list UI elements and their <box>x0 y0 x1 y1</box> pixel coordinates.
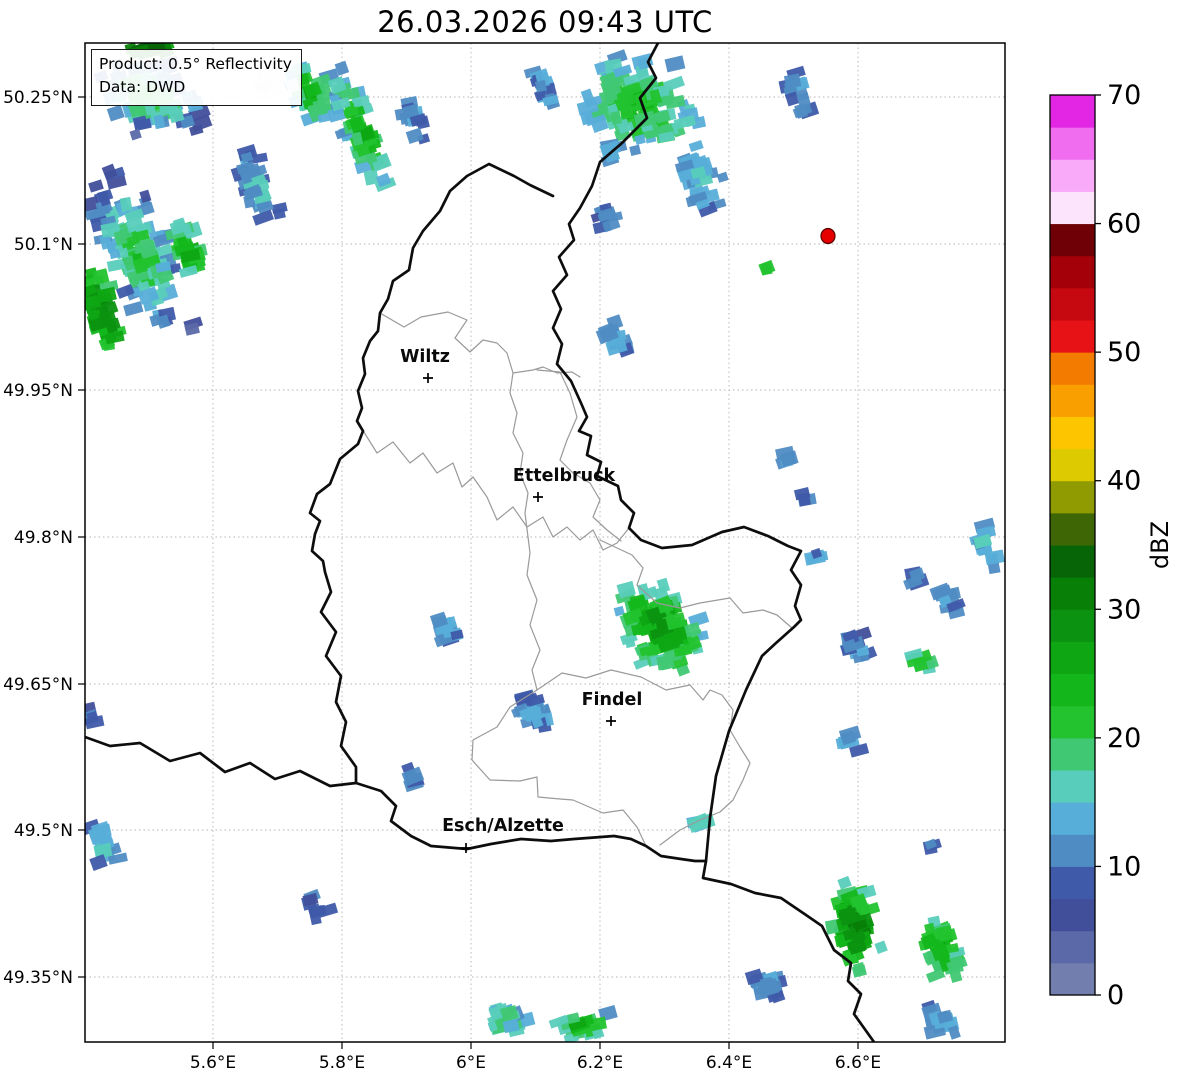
y-tick-label: 50.1°N <box>14 235 73 255</box>
y-tick-label: 50.25°N <box>3 88 73 108</box>
colorbar-segment <box>1050 577 1095 610</box>
city-label: Esch/Alzette <box>442 816 564 836</box>
colorbar-segment <box>1050 930 1095 964</box>
x-tick-label: 6.4°E <box>706 1053 752 1073</box>
x-tick-label: 6.6°E <box>835 1053 881 1073</box>
colorbar-segment <box>1050 448 1095 482</box>
radar-site-layer <box>820 227 836 245</box>
colorbar-segment <box>1050 384 1095 417</box>
colorbar-segment <box>1050 223 1095 257</box>
colorbar-segment <box>1050 898 1095 932</box>
colorbar-segment <box>1050 673 1095 707</box>
colorbar-segment <box>1050 480 1095 514</box>
colorbar-tick-label: 60 <box>1107 209 1141 240</box>
colorbar-tick-label: 0 <box>1107 980 1124 1011</box>
colorbar-tick-label: 40 <box>1107 466 1141 497</box>
product-info-box: Product: 0.5° Reflectivity Data: DWD <box>91 49 302 106</box>
y-tick-label: 49.5°N <box>14 821 73 841</box>
colorbar-segment <box>1050 962 1095 996</box>
colorbar-segment <box>1050 834 1095 867</box>
colorbar-segment <box>1050 255 1095 289</box>
radar-site-marker <box>820 227 836 245</box>
colorbar-segment <box>1050 737 1095 771</box>
city-label: Findel <box>582 690 643 710</box>
colorbar-segment <box>1050 545 1095 578</box>
colorbar-tick-label: 50 <box>1107 337 1141 368</box>
city-label: Ettelbruck <box>513 466 616 486</box>
colorbar-segment <box>1050 705 1095 739</box>
x-tick-label: 5.6°E <box>190 1053 236 1073</box>
product-info-line1: Product: 0.5° Reflectivity <box>99 55 292 73</box>
y-tick-label: 49.35°N <box>3 968 73 988</box>
x-tick-label: 6.2°E <box>577 1053 623 1073</box>
colorbar-segment <box>1050 802 1095 835</box>
colorbar-tick-label: 10 <box>1107 851 1141 882</box>
colorbar-segment <box>1050 127 1095 160</box>
y-tick-label: 49.65°N <box>3 675 73 695</box>
colorbar-tick-label: 70 <box>1107 80 1141 111</box>
figure-background <box>0 0 1184 1081</box>
colorbar-segment <box>1050 770 1095 803</box>
colorbar-segment <box>1050 95 1095 128</box>
colorbar-segment <box>1050 191 1095 225</box>
plot-title: 26.03.2026 09:43 UTC <box>377 5 713 39</box>
colorbar-tick-label: 20 <box>1107 723 1141 754</box>
colorbar-segment <box>1050 159 1095 192</box>
x-tick-label: 6°E <box>456 1053 486 1073</box>
x-tick-label: 5.8°E <box>319 1053 365 1073</box>
colorbar-segment <box>1050 512 1095 546</box>
radar-figure: Wiltz Ettelbruck Findel Esch/Alzette 5.6°E 5… <box>0 0 1184 1081</box>
colorbar-segment <box>1050 352 1095 385</box>
colorbar-segment <box>1050 609 1095 642</box>
radar-map-canvas: Wiltz Ettelbruck Findel Esch/Alzette 5.6°E 5… <box>0 0 1184 1081</box>
colorbar-segment <box>1050 641 1095 675</box>
y-tick-label: 49.95°N <box>3 381 73 401</box>
colorbar-segment <box>1050 416 1095 450</box>
product-info-line2: Data: DWD <box>99 78 186 97</box>
colorbar-segment <box>1050 287 1095 321</box>
colorbar-segment <box>1050 320 1095 353</box>
y-tick-label: 49.8°N <box>14 528 73 548</box>
city-label: Wiltz <box>400 347 450 367</box>
colorbar-tick-label: 30 <box>1107 594 1141 625</box>
colorbar-axis-label: dBZ <box>1146 521 1174 569</box>
colorbar-segment <box>1050 866 1095 900</box>
